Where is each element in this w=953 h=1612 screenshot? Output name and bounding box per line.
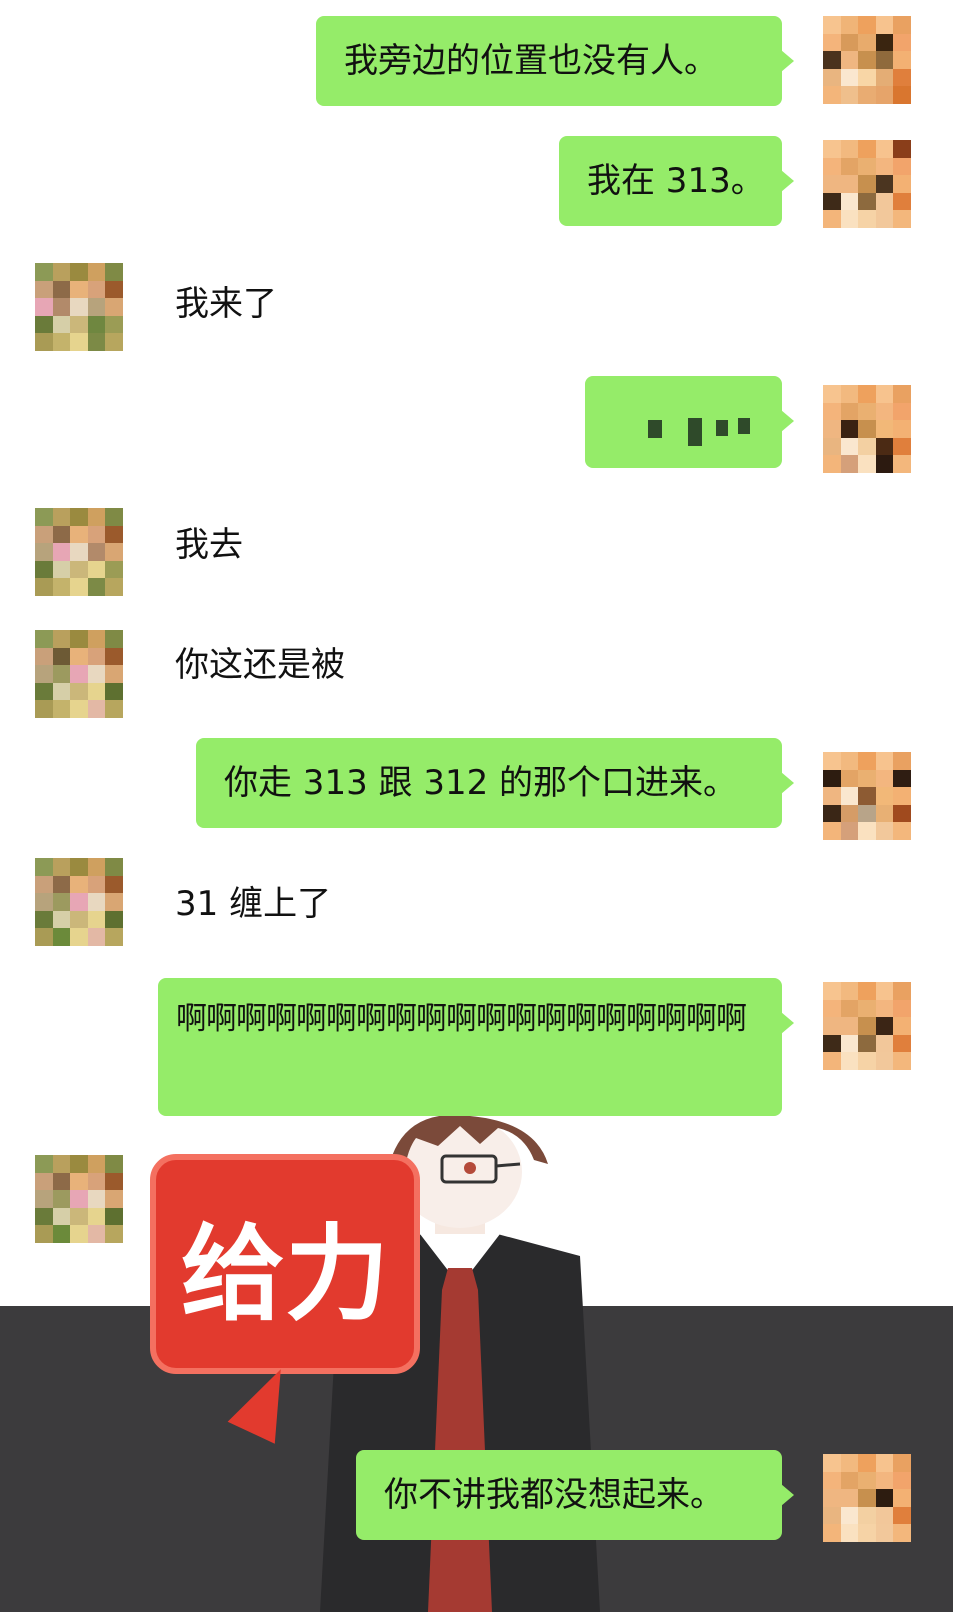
my-avatar[interactable] — [823, 16, 911, 104]
geili-sticker: 给力 — [150, 1154, 420, 1374]
message-text-received[interactable]: 我来了 — [175, 281, 277, 327]
redaction-mark — [648, 420, 662, 438]
message-bubble-sent[interactable]: 你走 313 跟 312 的那个口进来。 — [196, 738, 794, 828]
contact-avatar[interactable] — [35, 858, 123, 946]
redaction-mark — [716, 420, 728, 436]
message-text-received[interactable]: 你这还是被 — [175, 642, 345, 688]
contact-avatar[interactable] — [35, 263, 123, 351]
my-avatar[interactable] — [823, 752, 911, 840]
my-avatar[interactable] — [823, 385, 911, 473]
contact-avatar[interactable] — [35, 1155, 123, 1243]
my-avatar[interactable] — [823, 140, 911, 228]
contact-avatar[interactable] — [35, 630, 123, 718]
chat-screen: 我旁边的位置也没有人。 我在 313。 我来了 我去 你这还是被 你走 313 … — [0, 0, 953, 1612]
message-text-received[interactable]: 31 缠上了 — [175, 881, 331, 927]
my-avatar[interactable] — [823, 1454, 911, 1542]
redaction-mark — [688, 418, 702, 446]
message-bubble-sent[interactable]: 你不讲我都没想起来。 — [356, 1450, 794, 1540]
message-text-received[interactable]: 我去 — [175, 522, 243, 568]
sticker-text: 给力 — [180, 1212, 389, 1335]
message-bubble-sent[interactable]: 我在 313。 — [559, 136, 794, 226]
my-avatar[interactable] — [823, 982, 911, 1070]
message-bubble-sent[interactable]: 啊啊啊啊啊啊啊啊啊啊啊啊啊啊啊啊啊啊啊 — [158, 978, 794, 1116]
message-bubble-sent-redacted[interactable] — [585, 376, 794, 468]
message-bubble-sent[interactable]: 我旁边的位置也没有人。 — [316, 16, 794, 106]
redaction-mark — [738, 418, 750, 434]
contact-avatar[interactable] — [35, 508, 123, 596]
